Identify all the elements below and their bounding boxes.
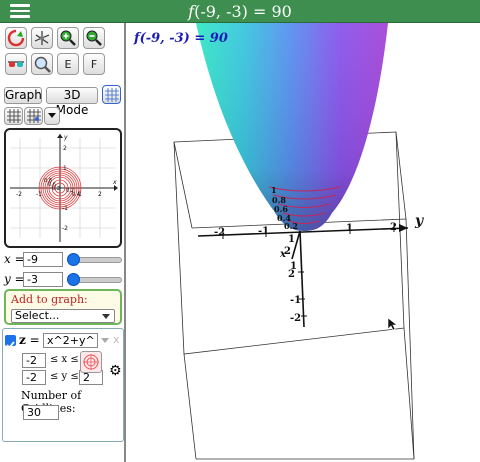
grid-icon	[104, 87, 119, 102]
contour-y-tick: -2	[62, 225, 68, 232]
grid-small-button[interactable]	[4, 107, 23, 125]
3d-graph-view[interactable]: 1 0.8 0.6 0.4 0.2 -2 -1 1 2 y 1 2 x 1 2	[126, 23, 480, 462]
3d-mode-button[interactable]: 3D Mode	[46, 87, 98, 117]
x-row: x =	[4, 252, 25, 266]
contour-x-tick: -1	[36, 191, 42, 198]
surface-shading	[196, 23, 388, 231]
function-visible-checkbox[interactable]	[5, 335, 16, 349]
grid-view-button[interactable]	[102, 85, 121, 104]
contour-toggle-button[interactable]	[80, 351, 102, 373]
x-range-label: ≤ x ≤	[50, 354, 79, 365]
x-label: x	[4, 252, 11, 266]
y-axis-label: y	[414, 213, 424, 229]
contour-level-label: 0.4	[72, 192, 80, 198]
zoom-in-icon	[60, 30, 76, 46]
contour-label: 1	[271, 185, 277, 195]
magnifier-icon	[34, 56, 51, 73]
y-tick-label: 1	[346, 223, 353, 234]
contour-x-tick: -2	[16, 191, 22, 198]
add-to-graph-label: Add to graph:	[11, 293, 88, 306]
contour-plot[interactable]: -2 -1 1 2 x 2 1 -1 -2 y 0.8 0.6 0.2 0.2 …	[4, 128, 122, 248]
zoom-in-button[interactable]	[57, 27, 79, 49]
axes-icon	[34, 31, 50, 45]
grid-point-icon	[26, 109, 41, 123]
function-panel: z = x ≤ x ≤ ≤ y ≤ ⚙ Number of Gridlines:	[2, 328, 124, 442]
x-slider-knob[interactable]	[67, 253, 80, 266]
function-value-label: f(-9, -3) = 90	[134, 31, 228, 46]
left-panel: E F Graph 3D Mode -2 -1 1 2 x 2 1 -1 -2 …	[0, 23, 126, 462]
chevron-down-icon	[102, 314, 110, 319]
3d-glasses-button[interactable]	[5, 53, 27, 75]
gridlines-input[interactable]	[23, 405, 59, 420]
y-range-label: ≤ y ≤	[50, 371, 79, 382]
z-label-row: z =	[19, 333, 40, 347]
contour-x-axis-label: x	[112, 179, 117, 186]
z-tick-label: -2	[290, 313, 301, 324]
zoom-out-button[interactable]	[83, 27, 105, 49]
contour-y-axis-label: y	[63, 134, 68, 141]
x-value-input[interactable]	[23, 252, 63, 267]
y-tick-label: -2	[214, 227, 225, 238]
page-title: f(-9, -3) = 90	[0, 2, 480, 21]
function-expression-input[interactable]	[43, 333, 98, 348]
y-label: y	[4, 272, 11, 286]
y-tick-label: 2	[390, 222, 397, 233]
box-front-face	[191, 218, 415, 460]
e-button[interactable]: E	[57, 53, 79, 75]
axes-button[interactable]	[31, 27, 53, 49]
contour-y-tick: -1	[62, 205, 68, 212]
y-value-input[interactable]	[23, 272, 63, 287]
grid-point-button[interactable]	[24, 107, 43, 125]
x-axis-label: x	[279, 249, 287, 260]
3d-glasses-icon	[8, 61, 24, 67]
magnifier-button[interactable]	[31, 53, 53, 75]
grid-small-icon	[6, 109, 21, 123]
contour-plot-svg: -2 -1 1 2 x 2 1 -1 -2 y 0.8 0.6 0.2 0.2 …	[10, 134, 118, 242]
graph-button[interactable]: Graph	[4, 87, 42, 104]
z-equals: =	[29, 333, 40, 347]
z-tick-label: -1	[290, 295, 301, 306]
contour-y-tick: 1	[63, 165, 67, 172]
remove-function-button[interactable]: x	[113, 333, 120, 346]
title-value: (-9, -3) = 90	[194, 2, 292, 21]
contour-x-tick: 2	[98, 191, 102, 198]
x-tick-label: 1	[288, 234, 295, 245]
top-bar: f(-9, -3) = 90	[0, 0, 480, 23]
chevron-down-icon[interactable]	[101, 338, 109, 344]
add-to-graph-select[interactable]: Select...	[11, 309, 115, 323]
contour-level-label: 0.2	[52, 186, 60, 192]
gear-icon[interactable]: ⚙	[109, 363, 122, 379]
contour-label: 0.2	[284, 221, 298, 231]
zoom-out-icon	[86, 30, 102, 46]
3d-graph-svg: 1 0.8 0.6 0.4 0.2 -2 -1 1 2 y 1 2 x 1 2	[173, 23, 424, 460]
contour-y-tick: 2	[63, 145, 67, 152]
y-min-input[interactable]	[22, 370, 46, 385]
contour-thumbnail-icon	[83, 354, 99, 370]
y-row: y =	[4, 272, 25, 286]
y-tick-label: -1	[258, 226, 269, 237]
y-slider-knob[interactable]	[67, 273, 80, 286]
mouse-cursor-icon	[387, 317, 398, 331]
f-button[interactable]: F	[83, 53, 105, 75]
rotate-button[interactable]	[5, 27, 27, 49]
checkmark-icon	[6, 341, 15, 349]
dropdown-button[interactable]	[44, 107, 60, 125]
add-to-graph-panel: Add to graph: Select...	[4, 289, 122, 325]
x-min-input[interactable]	[22, 353, 46, 368]
z-label: z	[19, 333, 26, 347]
z-tick-label: 2	[288, 269, 295, 280]
add-to-graph-select-value: Select...	[15, 309, 60, 322]
rotate-icon	[7, 29, 25, 47]
chevron-down-icon	[48, 113, 56, 118]
